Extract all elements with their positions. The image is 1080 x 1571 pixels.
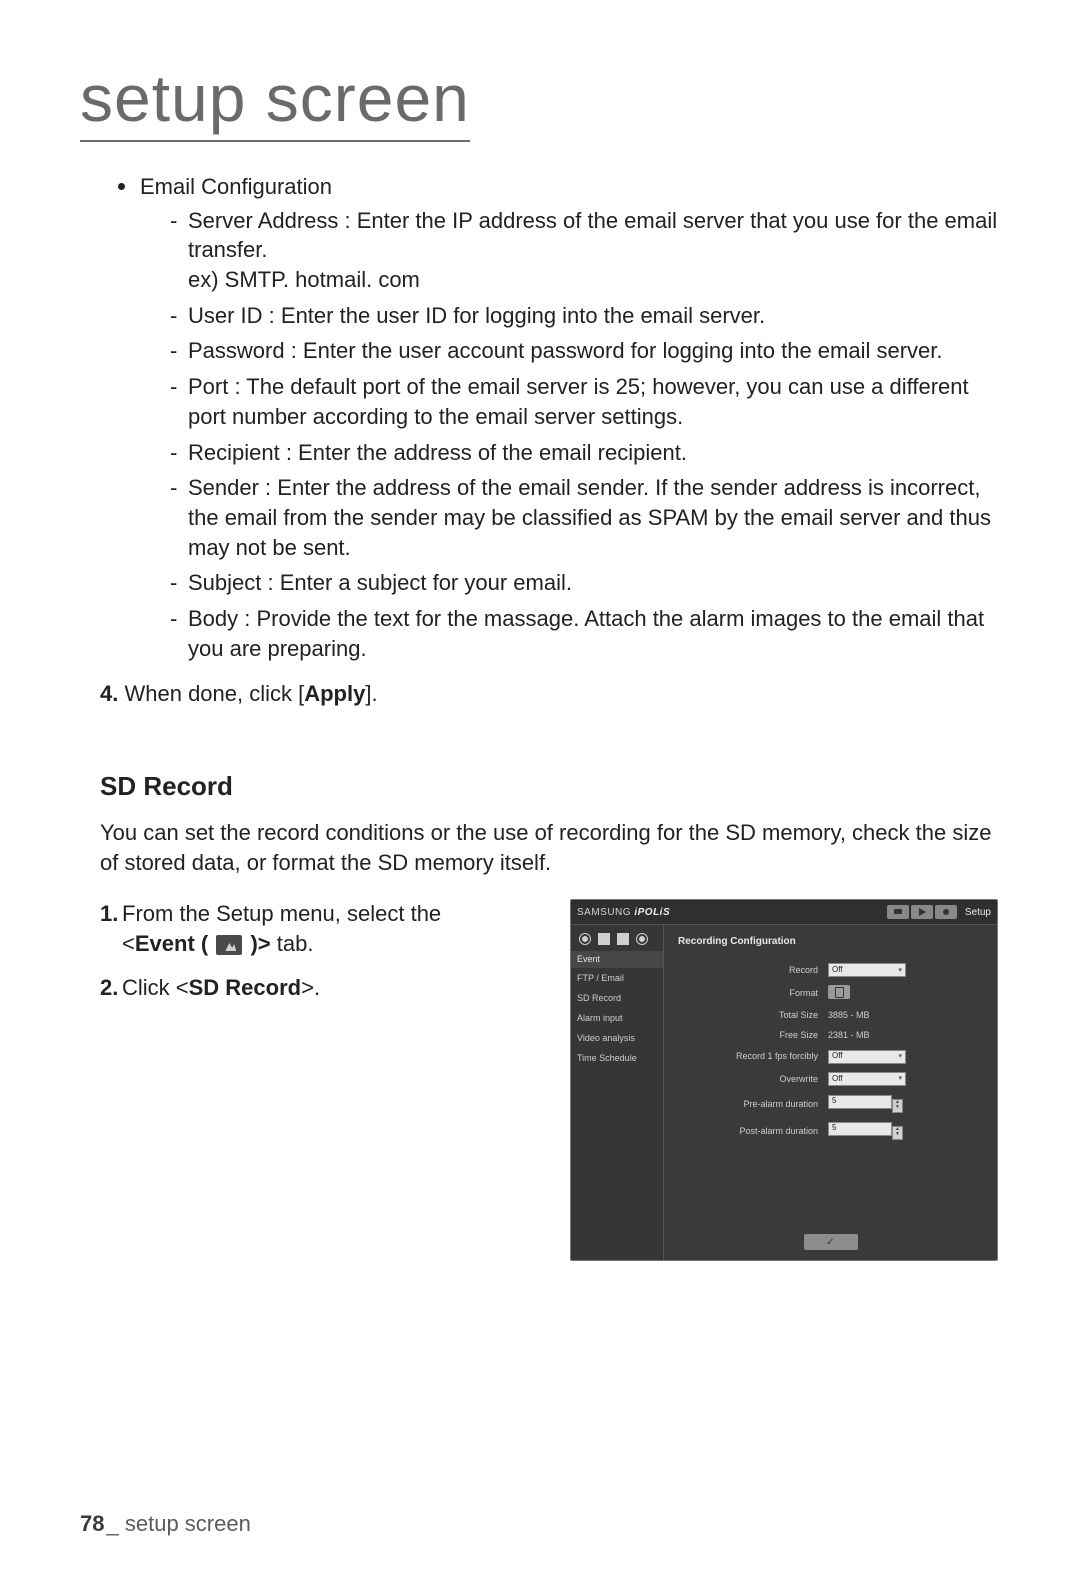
label-overwrite: Overwrite	[678, 1073, 828, 1085]
footer-label: setup screen	[125, 1511, 251, 1536]
list-item: Subject : Enter a subject for your email…	[170, 568, 1000, 598]
step-4: 4. When done, click [Apply].	[100, 679, 1000, 709]
page-number: 78	[80, 1511, 104, 1536]
label-format: Format	[678, 987, 828, 999]
list-item: Sender : Enter the address of the email …	[170, 473, 1000, 562]
step-text: >.	[301, 975, 320, 1000]
step-text: ].	[365, 681, 377, 706]
sd-record-heading: SD Record	[100, 769, 1000, 804]
screenshot-panel: SAMSUNG iPOLiS Setup	[570, 899, 998, 1261]
sidebar-item-time-schedule[interactable]: Time Schedule	[571, 1048, 663, 1068]
sidebar-item-alarm-input[interactable]: Alarm input	[571, 1008, 663, 1028]
step-text: When done, click [	[124, 681, 304, 706]
list-item: Port : The default port of the email ser…	[170, 372, 1000, 431]
event-tab-label: Event (	[135, 931, 208, 956]
tab-monitor-icon[interactable]	[887, 905, 909, 919]
pre-alarm-input[interactable]: 5	[828, 1095, 892, 1109]
step-text: )>	[244, 931, 270, 956]
list-item: Recipient : Enter the address of the ema…	[170, 438, 1000, 468]
format-button[interactable]	[828, 985, 850, 999]
sidebar-nav-icon[interactable]	[636, 933, 648, 945]
label-pre-alarm: Pre-alarm duration	[678, 1098, 828, 1110]
label-record: Record	[678, 964, 828, 976]
list-item: Body : Provide the text for the massage.…	[170, 604, 1000, 663]
step-text: tab.	[271, 931, 314, 956]
step-number: 1.	[100, 899, 118, 929]
email-config-list: Server Address : Enter the IP address of…	[100, 206, 1000, 664]
post-alarm-input[interactable]: 5	[828, 1122, 892, 1136]
event-tab-icon	[216, 935, 242, 955]
post-alarm-spinner[interactable]: ▲▼	[892, 1126, 903, 1140]
sd-record-label: SD Record	[189, 975, 301, 1000]
email-config-heading: Email Configuration	[100, 172, 1000, 202]
step-1: 1. From the Setup menu, select the <Even…	[100, 899, 540, 958]
tab-setup-icon[interactable]	[935, 905, 957, 919]
sidebar-item-video-analysis[interactable]: Video analysis	[571, 1028, 663, 1048]
label-total-size: Total Size	[678, 1009, 828, 1021]
value-total-size: 3885 - MB	[828, 1010, 870, 1020]
overwrite-select[interactable]: Off▾	[828, 1072, 906, 1086]
label-post-alarm: Post-alarm duration	[678, 1125, 828, 1137]
sidebar-nav-icon[interactable]	[579, 933, 591, 945]
page-title: setup screen	[80, 60, 470, 142]
setup-label: Setup	[965, 906, 991, 920]
pre-alarm-spinner[interactable]: ▲▼	[892, 1099, 903, 1113]
sidebar-section-event[interactable]: Event	[571, 951, 663, 967]
list-item: Password : Enter the user account passwo…	[170, 336, 1000, 366]
brand-logo: SAMSUNG iPOLiS	[577, 906, 887, 920]
step-number: 2.	[100, 973, 118, 1003]
brand-samsung: SAMSUNG	[577, 907, 631, 918]
sd-record-intro: You can set the record conditions or the…	[100, 818, 1000, 877]
step-text: Click <	[122, 975, 189, 1000]
apply-button[interactable]	[804, 1234, 858, 1250]
footer-sep: _	[106, 1511, 118, 1536]
list-item: Server Address : Enter the IP address of…	[170, 206, 1000, 295]
page-footer: 78_ setup screen	[80, 1511, 251, 1537]
record-select[interactable]: Off▾	[828, 963, 906, 977]
sidebar-nav-icon[interactable]	[598, 933, 610, 945]
apply-label: Apply	[304, 681, 365, 706]
step-text: <	[122, 931, 135, 956]
label-free-size: Free Size	[678, 1029, 828, 1041]
step-2: 2. Click <SD Record>.	[100, 973, 540, 1003]
sidebar-item-sd-record[interactable]: SD Record	[571, 988, 663, 1008]
sidebar-nav-icon[interactable]	[617, 933, 629, 945]
label-record-forcibly: Record 1 fps forcibly	[678, 1050, 828, 1062]
list-item: User ID : Enter the user ID for logging …	[170, 301, 1000, 331]
brand-ipolis: iPOLiS	[634, 907, 670, 918]
step-number: 4.	[100, 681, 118, 706]
forcibly-select[interactable]: Off▾	[828, 1050, 906, 1064]
tab-play-icon[interactable]	[911, 905, 933, 919]
step-text: From the Setup menu, select the	[122, 901, 441, 926]
value-free-size: 2381 - MB	[828, 1030, 870, 1040]
panel-title: Recording Configuration	[678, 935, 983, 949]
sidebar-item-ftp-email[interactable]: FTP / Email	[571, 968, 663, 988]
sidebar: Event FTP / Email SD Record Alarm input …	[571, 925, 664, 1260]
